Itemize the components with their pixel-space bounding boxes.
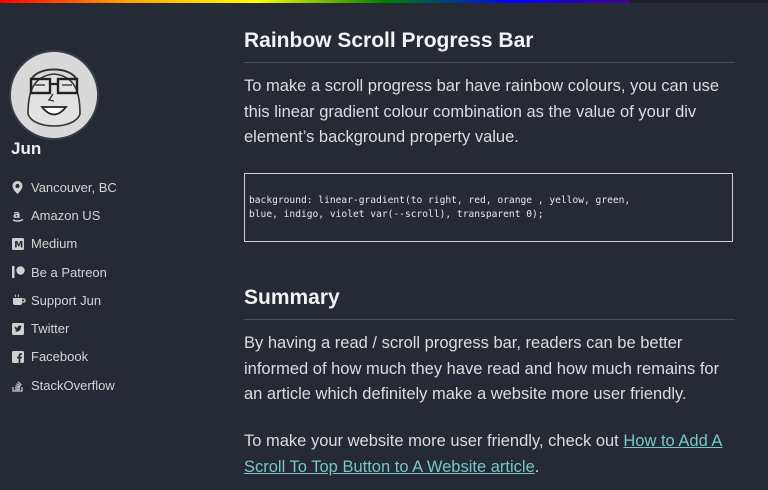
link-label: Vancouver, BC [31, 179, 117, 195]
link-support[interactable]: Support Jun [12, 286, 117, 314]
link-twitter[interactable]: Twitter [12, 314, 117, 342]
svg-text:a: a [13, 209, 20, 221]
author-links: Vancouver, BC a Amazon US M Medium Be a … [12, 173, 117, 399]
paragraph-text: . [534, 457, 540, 476]
avatar [11, 52, 97, 138]
facebook-icon [12, 350, 27, 363]
link-label: Twitter [31, 321, 70, 337]
link-facebook[interactable]: Facebook [12, 343, 117, 371]
author-name: Jun [11, 139, 42, 158]
link-patreon[interactable]: Be a Patreon [12, 258, 117, 286]
location-pin-icon [12, 180, 27, 194]
section-heading-rainbow: Rainbow Scroll Progress Bar [244, 29, 735, 63]
medium-icon: M [12, 237, 27, 250]
avatar-cartoon-face-icon [11, 52, 97, 138]
author-sidebar: Jun Vancouver, BC a Amazon US M Medium B… [0, 0, 230, 490]
coffee-icon [12, 294, 27, 306]
link-label: Facebook [31, 349, 89, 365]
link-label: StackOverflow [31, 377, 115, 393]
patreon-icon [12, 266, 27, 279]
link-label: Support Jun [31, 292, 102, 308]
stackoverflow-icon [12, 379, 27, 392]
link-amazon[interactable]: a Amazon US [12, 201, 117, 229]
link-medium[interactable]: M Medium [12, 230, 117, 258]
link-location[interactable]: Vancouver, BC [12, 173, 117, 201]
link-stackoverflow[interactable]: StackOverflow [12, 371, 117, 399]
article-paragraph: To make your website more user friendly,… [244, 429, 735, 480]
link-label: Be a Patreon [31, 264, 107, 280]
svg-text:M: M [14, 240, 23, 250]
twitter-icon [12, 322, 27, 335]
section-heading-summary: Summary [244, 286, 735, 320]
code-block: background: linear-gradient(to right, re… [244, 173, 733, 242]
paragraph-text: To make your website more user friendly,… [244, 432, 624, 450]
link-label: Amazon US [31, 207, 101, 223]
amazon-icon: a [12, 209, 27, 222]
link-label: Medium [31, 236, 78, 252]
article-paragraph: To make a scroll progress bar have rainb… [244, 77, 720, 146]
article-paragraph: By having a read / scroll progress bar, … [244, 334, 720, 403]
